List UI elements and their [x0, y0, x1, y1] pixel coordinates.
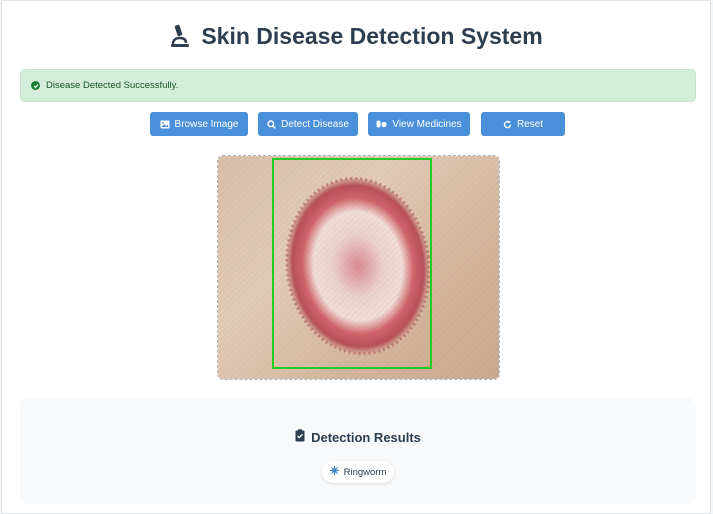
view-medicines-label: View Medicines — [392, 118, 462, 130]
microscope-icon — [169, 24, 191, 48]
skin-lesion-image — [218, 156, 499, 379]
search-icon — [267, 119, 277, 129]
browse-image-button[interactable]: Browse Image — [150, 112, 248, 136]
image-preview — [217, 155, 500, 380]
app-card: Skin Disease Detection System Disease De… — [1, 0, 711, 514]
reset-label: Reset — [516, 118, 544, 130]
alert-message: Disease Detected Successfully. — [46, 80, 179, 91]
toolbar: Browse Image Detect Disease View Medicin… — [2, 112, 710, 136]
view-medicines-button[interactable]: View Medicines — [368, 112, 470, 136]
detect-disease-button[interactable]: Detect Disease — [258, 112, 358, 136]
detection-box — [272, 158, 432, 369]
results-heading: Detection Results — [20, 428, 696, 446]
detect-disease-label: Detect Disease — [281, 118, 349, 130]
success-alert: Disease Detected Successfully. — [20, 69, 696, 102]
disease-result-chip: Ringworm — [322, 461, 394, 483]
redo-icon — [503, 120, 512, 129]
disease-name: Ringworm — [343, 466, 387, 478]
check-circle-icon — [31, 81, 40, 90]
page-title-text: Skin Disease Detection System — [201, 22, 543, 49]
results-title: Detection Results — [311, 429, 421, 445]
pills-icon — [376, 120, 387, 128]
reset-button[interactable]: Reset — [481, 112, 565, 136]
virus-icon — [329, 466, 339, 478]
results-panel: Detection Results Ringworm — [20, 398, 696, 504]
image-icon — [160, 120, 170, 129]
clipboard-check-icon — [295, 429, 305, 445]
page-title: Skin Disease Detection System — [2, 19, 710, 53]
browse-image-label: Browse Image — [174, 118, 239, 130]
